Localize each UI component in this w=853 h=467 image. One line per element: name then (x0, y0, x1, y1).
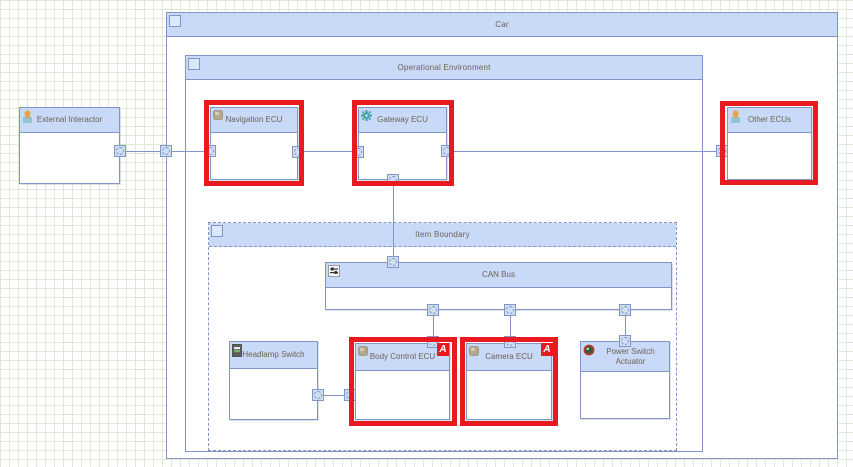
highlight-box-navigation-ecu (204, 100, 304, 186)
container-ib-header: Item Boundary (209, 223, 676, 247)
container-oe-header: Operational Environment (186, 56, 702, 80)
port-headlamp-right[interactable] (312, 389, 324, 401)
switch-icon (232, 344, 242, 357)
port-canbus-bottom-1[interactable] (427, 304, 439, 316)
block-header: External Interactor (20, 108, 119, 133)
container-title: Operational Environment (397, 63, 491, 72)
collapse-handle-icon[interactable] (169, 15, 181, 27)
port-external-interactor-right[interactable] (114, 145, 126, 157)
block-label: CAN Bus (482, 270, 515, 280)
collapse-handle-icon[interactable] (188, 58, 200, 70)
container-title: Item Boundary (415, 230, 470, 239)
connector-gateway-to-other-ecus[interactable] (447, 151, 722, 152)
port-car-boundary-left[interactable] (160, 145, 172, 157)
annotation-marker: A (437, 343, 449, 356)
container-car-header: Car (167, 13, 837, 37)
port-canbus-bottom-3[interactable] (619, 304, 631, 316)
port-canbus-bottom-2[interactable] (504, 304, 516, 316)
actuator-icon (583, 344, 595, 356)
connector-gateway-to-canbus[interactable] (393, 180, 394, 262)
diagram-canvas: Car Operational Environment Item Boundar… (0, 0, 853, 467)
block-can-bus[interactable]: CAN Bus (325, 262, 672, 310)
block-header: CAN Bus (326, 263, 671, 288)
port-power-switch-top[interactable] (619, 335, 631, 347)
connector-navigation-to-gateway[interactable] (298, 151, 358, 152)
person-icon (22, 110, 33, 123)
annotation-marker: A (541, 343, 553, 356)
block-header: Headlamp Switch (230, 342, 317, 369)
block-external-interactor[interactable]: External Interactor (19, 107, 120, 184)
container-title: Car (495, 20, 509, 29)
block-headlamp-switch[interactable]: Headlamp Switch (229, 341, 318, 420)
block-label: External Interactor (36, 115, 103, 125)
collapse-handle-icon[interactable] (211, 225, 223, 237)
highlight-box-gateway-ecu (352, 100, 454, 186)
block-label: Headlamp Switch (242, 350, 305, 360)
block-power-switch-actuator[interactable]: Power Switch Actuator (580, 341, 670, 419)
port-canbus-top[interactable] (387, 256, 399, 268)
highlight-box-other-ecus (720, 101, 818, 185)
bus-icon (328, 265, 340, 277)
